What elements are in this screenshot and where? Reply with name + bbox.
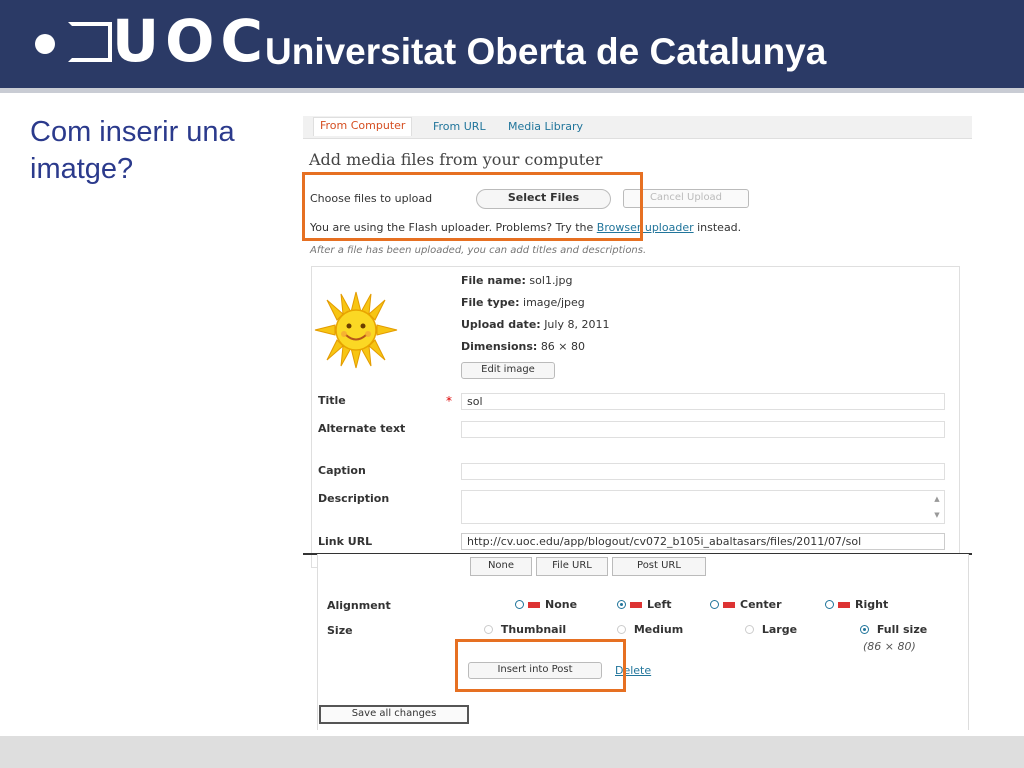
- link-post-url-button[interactable]: Post URL: [612, 557, 706, 576]
- align-center-radio[interactable]: [710, 599, 719, 609]
- dimensions-label: Dimensions:: [461, 340, 538, 353]
- highlight-select-files: [302, 172, 643, 241]
- link-url-field[interactable]: http://cv.uoc.edu/app/blogout/cv072_b105…: [461, 533, 945, 550]
- align-none-icon: [528, 602, 540, 608]
- size-thumbnail-label: Thumbnail: [500, 623, 567, 636]
- align-left-radio[interactable]: [617, 599, 626, 609]
- description-field[interactable]: ▲ ▼: [461, 490, 945, 524]
- scroll-up-icon[interactable]: ▲: [931, 493, 943, 505]
- alt-text-label: Alternate text: [318, 422, 406, 435]
- required-marker: *: [446, 394, 452, 408]
- align-left-option[interactable]: Left: [617, 598, 672, 611]
- upload-date-label: Upload date:: [461, 318, 541, 331]
- file-type-value: image/jpeg: [523, 296, 585, 309]
- alt-text-field[interactable]: [461, 421, 945, 438]
- align-center-icon: [723, 602, 735, 608]
- slide-question: Com inserir una imatge?: [30, 116, 235, 185]
- file-name-label: File name:: [461, 274, 526, 287]
- alignment-label: Alignment: [327, 599, 391, 612]
- slide-footer: [0, 736, 1024, 768]
- align-right-radio[interactable]: [825, 599, 834, 609]
- size-full-label: Full size: [876, 623, 928, 636]
- media-tabs: From Computer From URL Media Library: [303, 116, 972, 139]
- align-right-option[interactable]: Right: [825, 598, 888, 611]
- description-label: Description: [318, 492, 390, 505]
- size-full-radio[interactable]: [860, 624, 869, 634]
- align-none-option[interactable]: None: [515, 598, 577, 611]
- align-right-icon: [838, 602, 850, 608]
- upload-heading: Add media files from your computer: [309, 150, 603, 169]
- link-url-label: Link URL: [318, 535, 373, 548]
- size-medium-label: Medium: [633, 623, 684, 636]
- edit-image-button[interactable]: Edit image: [461, 362, 555, 379]
- title-field[interactable]: sol: [461, 393, 945, 410]
- align-left-label: Left: [647, 598, 672, 611]
- upload-date-row: Upload date: July 8, 2011: [461, 318, 609, 331]
- link-none-button[interactable]: None: [470, 557, 532, 576]
- size-large-label: Large: [761, 623, 798, 636]
- header-divider: [0, 88, 1024, 93]
- flash-suffix: instead.: [693, 221, 742, 234]
- logo-box-icon: [68, 22, 112, 62]
- align-left-icon: [630, 602, 642, 608]
- dimensions-value: 86 × 80: [540, 340, 586, 353]
- tab-media-library[interactable]: Media Library: [508, 119, 583, 135]
- caption-field[interactable]: [461, 463, 945, 480]
- after-upload-note: After a file has been uploaded, you can …: [310, 245, 647, 256]
- align-right-label: Right: [855, 598, 889, 611]
- size-full-option[interactable]: Full size: [860, 623, 927, 636]
- file-name-row: File name: sol1.jpg: [461, 274, 572, 287]
- uoc-logo: UOC: [30, 10, 263, 72]
- save-all-changes-button[interactable]: Save all changes: [319, 705, 469, 724]
- title-label: Title: [318, 394, 346, 407]
- logo-dot-icon: [35, 34, 55, 54]
- logo-text: UOC: [112, 7, 269, 75]
- slide-header: UOC Universitat Oberta de Catalunya: [0, 0, 1024, 88]
- full-size-dimensions: (86 × 80): [863, 640, 916, 653]
- file-type-label: File type:: [461, 296, 520, 309]
- size-label: Size: [327, 624, 353, 637]
- caption-label: Caption: [318, 464, 366, 477]
- size-large-option[interactable]: Large: [745, 623, 797, 636]
- sun-thumbnail-image: [314, 291, 398, 369]
- align-center-option[interactable]: Center: [710, 598, 782, 611]
- scroll-down-icon[interactable]: ▼: [931, 509, 943, 521]
- tab-from-url[interactable]: From URL: [433, 119, 486, 135]
- file-name-value: sol1.jpg: [529, 274, 573, 287]
- size-medium-radio[interactable]: [617, 624, 626, 634]
- size-thumbnail-option[interactable]: Thumbnail: [484, 623, 566, 636]
- tab-from-computer[interactable]: From Computer: [313, 117, 413, 136]
- university-title: Universitat Oberta de Catalunya: [265, 31, 827, 72]
- size-thumbnail-radio[interactable]: [484, 624, 493, 634]
- link-file-url-button[interactable]: File URL: [536, 557, 608, 576]
- align-center-label: Center: [740, 598, 782, 611]
- size-medium-option[interactable]: Medium: [617, 623, 683, 636]
- align-none-radio[interactable]: [515, 599, 524, 609]
- highlight-insert-into-post: [455, 639, 626, 692]
- align-none-label: None: [545, 598, 578, 611]
- upload-date-value: July 8, 2011: [544, 318, 610, 331]
- file-type-row: File type: image/jpeg: [461, 296, 585, 309]
- size-large-radio[interactable]: [745, 624, 754, 634]
- dimensions-row: Dimensions: 86 × 80: [461, 340, 585, 353]
